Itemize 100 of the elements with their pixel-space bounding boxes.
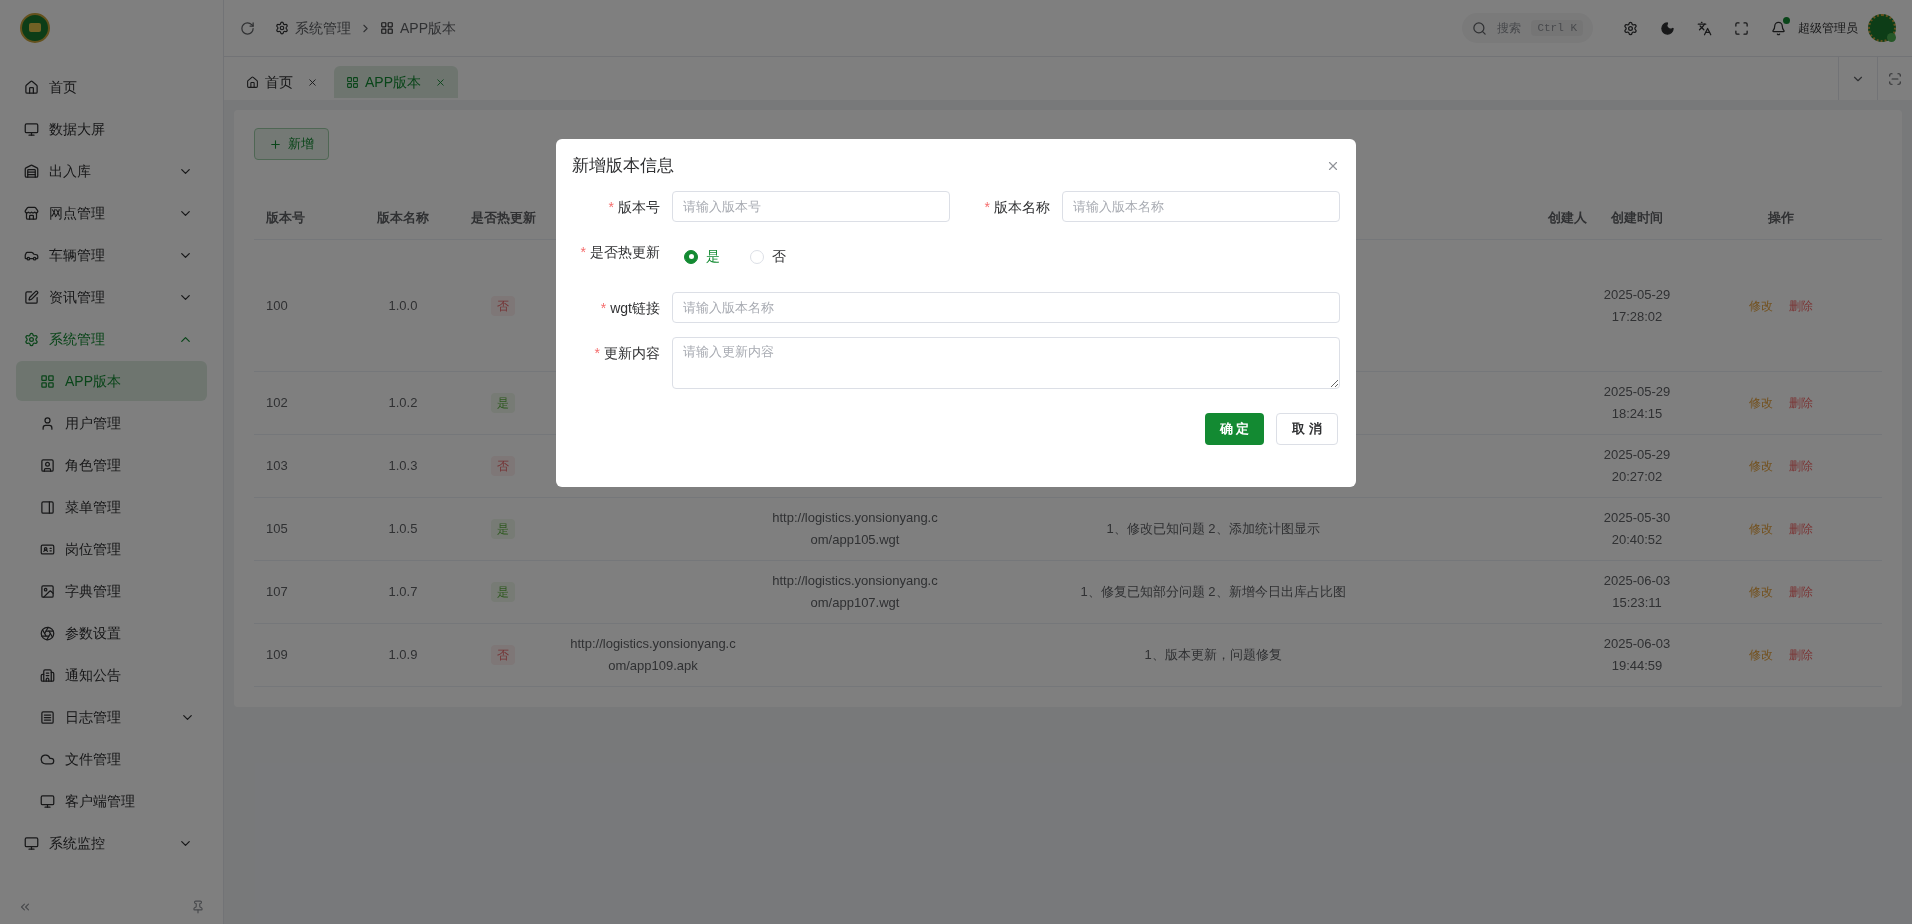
sidebar-item[interactable]: 日志管理 [16, 697, 207, 737]
table-cell-text: http://logistics.yonsionyang.com/app107.wgt [772, 572, 938, 612]
monitor-icon [40, 793, 55, 809]
page-tab[interactable]: APP版本 [334, 66, 458, 98]
panel-icon [40, 499, 55, 515]
sidebar-item[interactable]: 客户端管理 [16, 781, 207, 821]
fullscreen-icon[interactable] [1734, 20, 1749, 36]
breadcrumb-item[interactable]: APP版本 [400, 17, 456, 39]
sidebar-item[interactable]: 字典管理 [16, 571, 207, 611]
required-mark: * [594, 343, 600, 363]
column-header: 操作 [1768, 208, 1794, 227]
breadcrumb-item[interactable]: 系统管理 [295, 17, 351, 39]
column-header: 版本名称 [377, 208, 429, 227]
column-header: 版本号 [265, 208, 305, 227]
translate-icon[interactable] [1697, 20, 1712, 36]
cancel-button[interactable]: 取 消 [1276, 412, 1338, 445]
column-header: 是否热更新 [470, 208, 536, 227]
close-icon[interactable] [307, 76, 318, 88]
focus-icon[interactable] [1888, 71, 1902, 86]
sidebar-item[interactable]: 角色管理 [16, 445, 207, 485]
table-cell-text: 1.0.0 [388, 296, 418, 315]
sidebar-item[interactable]: 出入库 [8, 151, 215, 191]
sidebar-item[interactable]: 系统监控 [8, 823, 215, 863]
moon-icon[interactable] [1660, 20, 1675, 36]
home-icon [246, 75, 259, 89]
sidebar-item[interactable]: 首页 [8, 67, 215, 107]
radio-option[interactable]: 否 [750, 246, 786, 267]
text-field[interactable]: 请输入版本名称 [672, 291, 1340, 323]
table-cell-text: 1.0.5 [388, 520, 418, 539]
sidebar-item[interactable]: 参数设置 [16, 613, 207, 653]
sidebar-item[interactable]: 车辆管理 [8, 235, 215, 275]
settings-icon[interactable] [1623, 20, 1638, 36]
sidebar-item[interactable]: 通知公告 [16, 655, 207, 695]
table-cell-text: 1.0.7 [388, 583, 418, 602]
field-label: 版本号 [618, 197, 660, 217]
table-cell-text: 1、版本更新，问题修复 [1144, 646, 1282, 665]
table-cell-text: 2025-06-03 19:44:59 [1602, 635, 1672, 675]
table-cell-text: 100 [265, 296, 288, 315]
id-card-icon [40, 541, 55, 557]
sidebar-item[interactable]: APP版本 [16, 361, 207, 401]
text-field[interactable]: 请输入版本名称 [1062, 190, 1340, 222]
grid-icon [346, 75, 359, 89]
refresh-icon[interactable] [240, 20, 255, 36]
required-mark: * [984, 197, 990, 217]
page-tab[interactable]: 首页 [234, 66, 330, 98]
grid-icon [40, 373, 55, 389]
logo-icon [20, 13, 50, 43]
close-icon[interactable] [435, 76, 446, 88]
settings-icon [24, 331, 39, 347]
warehouse-icon [24, 163, 39, 179]
home-icon [24, 79, 39, 95]
pin-icon[interactable] [191, 900, 205, 914]
required-mark: * [608, 197, 614, 217]
collapse-icon[interactable] [18, 900, 32, 914]
hot-update-tag: 是 [491, 519, 515, 539]
text-field[interactable]: 请输入版本号 [672, 190, 950, 222]
sidebar-item[interactable]: 数据大屏 [8, 109, 215, 149]
hot-update-tag: 否 [491, 456, 515, 476]
user-name[interactable]: 超级管理员 [1798, 19, 1858, 37]
store-icon [24, 205, 39, 221]
user-avatar[interactable] [1868, 14, 1896, 42]
sidebar-item[interactable]: 系统管理 [8, 319, 215, 359]
hot-update-tag: 否 [491, 645, 515, 665]
sidebar-item[interactable]: 文件管理 [16, 739, 207, 779]
sidebar-item[interactable]: 菜单管理 [16, 487, 207, 527]
table-cell-text: 107 [265, 583, 288, 602]
building-icon [40, 667, 55, 683]
table-cell-text: 1.0.9 [388, 646, 418, 665]
monitor-icon [24, 121, 39, 137]
hot-update-tag: 是 [491, 393, 515, 413]
table-cell-text: 103 [265, 457, 288, 476]
table-cell-text: 2025-05-29 18:24:15 [1602, 383, 1672, 423]
column-header: 创建人 [1547, 208, 1587, 227]
add-button[interactable]: 新增 [254, 128, 329, 160]
field-label: 版本名称 [994, 197, 1050, 217]
sidebar-item[interactable]: 网点管理 [8, 193, 215, 233]
list-icon [40, 709, 55, 725]
field-label: wgt链接 [610, 298, 660, 318]
text-area[interactable]: 请输入更新内容 [672, 336, 1340, 389]
table-cell-text: 1、修改已知问题 2、添加统计图显示 [1106, 520, 1320, 539]
search-icon [1472, 20, 1488, 36]
plus-icon [269, 137, 282, 151]
table-cell-text: 2025-05-29 17:28:02 [1602, 285, 1672, 326]
confirm-button[interactable]: 确 定 [1204, 412, 1265, 445]
sidebar-item[interactable]: 资讯管理 [8, 277, 215, 317]
column-header: 创建时间 [1611, 208, 1663, 227]
cloud-icon [40, 751, 55, 767]
table-cell-text: 2025-06-03 15:23:11 [1602, 572, 1672, 612]
aperture-icon [40, 625, 55, 641]
required-mark: * [600, 298, 607, 318]
settings-icon [275, 21, 289, 35]
table-cell-text: 1.0.3 [388, 457, 418, 476]
note-icon [24, 289, 39, 305]
image-icon [40, 583, 55, 599]
table-cell-text: 2025-05-29 20:27:02 [1602, 446, 1672, 486]
badge-icon [40, 457, 55, 473]
radio-option[interactable]: 是 [684, 246, 720, 267]
sidebar-item[interactable]: 岗位管理 [16, 529, 207, 569]
field-label: 是否热更新 [590, 242, 660, 262]
sidebar-item[interactable]: 用户管理 [16, 403, 207, 443]
